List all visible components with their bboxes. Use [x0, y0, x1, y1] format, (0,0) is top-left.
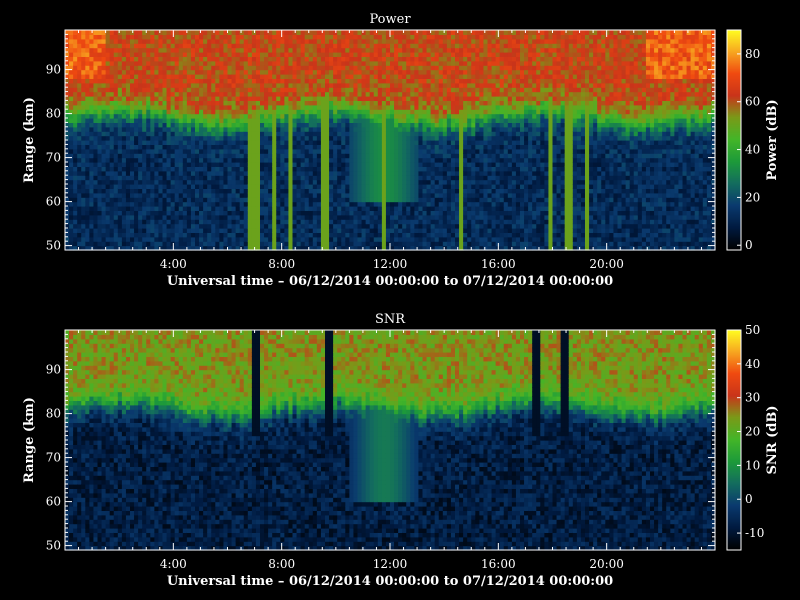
x-tick-label: 8:00	[268, 557, 295, 571]
colorbar-tick-label: 80	[745, 47, 760, 61]
y-tick-label: 50	[46, 539, 61, 553]
x-tick-label: 4:00	[160, 257, 187, 271]
y-tick-label: 90	[46, 363, 61, 377]
y-tick-label: 70	[46, 151, 61, 165]
y-tick-label: 50	[46, 239, 61, 253]
power-panel: Power 4:00 8:00 12:00 16:00 20:00 50 60 70 80 90…	[22, 12, 780, 289]
x-tick-label: 12:00	[373, 557, 408, 571]
power-y-axis-label: Range (km)	[22, 97, 37, 183]
power-colorbar-label: Power (dB)	[765, 99, 780, 180]
snr-panel: SNR 4:00 8:00 12:00 16:00 20:00 50 60 70 80 90 R…	[22, 312, 780, 589]
power-x-axis-label: Universal time – 06/12/2014 00:00:00 to …	[167, 274, 613, 289]
colorbar-tick-label: 40	[745, 143, 760, 157]
snr-title: SNR	[375, 312, 406, 327]
y-tick-label: 70	[46, 451, 61, 465]
x-tick-label: 16:00	[481, 557, 516, 571]
colorbar-tick-label: -10	[745, 526, 764, 540]
colorbar-tick-label: 50	[745, 323, 760, 337]
colorbar-tick-label: 40	[745, 357, 760, 371]
colorbar-tick-label: 20	[745, 425, 760, 439]
x-tick-label: 20:00	[589, 257, 624, 271]
x-tick-label: 12:00	[373, 257, 408, 271]
snr-y-axis-label: Range (km)	[22, 397, 37, 483]
snr-colorbar-label: SNR (dB)	[765, 406, 780, 475]
y-tick-label: 90	[46, 63, 61, 77]
power-title: Power	[369, 12, 411, 27]
snr-heatmap	[65, 330, 716, 551]
x-tick-label: 4:00	[160, 557, 187, 571]
snr-colorbar	[727, 330, 741, 551]
colorbar-tick-label: 0	[745, 238, 753, 252]
colorbar-tick-label: 20	[745, 190, 760, 204]
y-tick-label: 60	[46, 195, 61, 209]
power-heatmap	[65, 30, 716, 251]
colorbar-tick-label: 0	[745, 492, 753, 506]
power-colorbar	[727, 30, 741, 251]
x-tick-label: 16:00	[481, 257, 516, 271]
colorbar-tick-label: 10	[745, 458, 760, 472]
colorbar-tick-label: 30	[745, 391, 760, 405]
colorbar-tick-label: 60	[745, 95, 760, 109]
snr-x-axis-label: Universal time – 06/12/2014 00:00:00 to …	[167, 574, 613, 589]
figure: Power 4:00 8:00 12:00 16:00 20:00 50 60 70 80 90…	[22, 12, 780, 589]
y-tick-label: 80	[46, 407, 61, 421]
y-tick-label: 80	[46, 107, 61, 121]
y-tick-label: 60	[46, 495, 61, 509]
x-tick-label: 8:00	[268, 257, 295, 271]
x-tick-label: 20:00	[589, 557, 624, 571]
